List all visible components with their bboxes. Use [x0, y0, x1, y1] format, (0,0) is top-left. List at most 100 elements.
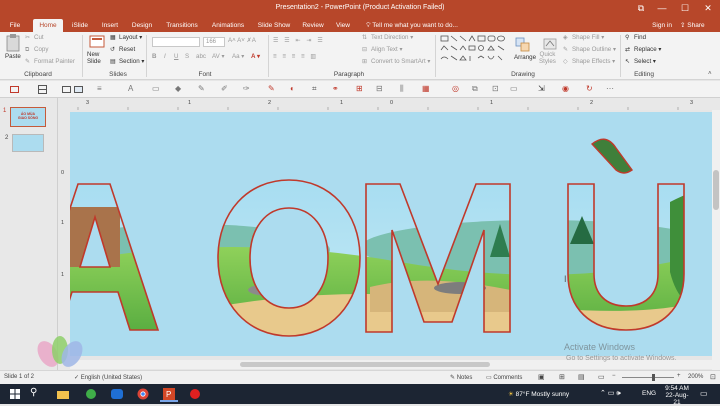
tab-view[interactable]: View — [333, 19, 353, 32]
align-text-button[interactable]: ⊟ Align Text ▾ — [362, 46, 403, 53]
restore-ribbon-icon[interactable]: ⧉ — [630, 2, 652, 15]
chrome-icon[interactable] — [134, 386, 152, 402]
spacing-button[interactable]: AV ▾ — [212, 53, 225, 60]
distribute-icon[interactable]: ⫼ — [400, 84, 404, 94]
format-painter-button[interactable]: ✎ Format Painter — [25, 58, 75, 65]
slide-canvas[interactable]: I Activate Windows — [70, 112, 712, 356]
italic-button[interactable]: I — [164, 53, 166, 60]
normal-view-icon[interactable]: ▣ — [538, 373, 545, 381]
align-tool-icon[interactable]: ⊟ — [376, 84, 383, 93]
text-direction-button[interactable]: ⇅ Text Direction ▾ — [362, 34, 413, 41]
slideshow-icon[interactable]: ▭ — [598, 373, 605, 381]
shape-outline-button[interactable]: ✎ Shape Outline ▾ — [563, 46, 616, 53]
font-size-box[interactable]: 166 — [203, 37, 225, 47]
layout-button[interactable]: ▦ Layout ▾ — [110, 34, 142, 41]
minimize-button[interactable]: — — [651, 2, 673, 15]
zalo-icon[interactable] — [108, 386, 126, 402]
reset-button[interactable]: ↺ Reset — [110, 46, 135, 53]
shapes-gallery[interactable] — [440, 34, 510, 66]
shadow-button[interactable]: S — [185, 53, 189, 60]
bullets-icon[interactable]: ☰ ☰ ⇤ ⇥ ☰ — [273, 37, 325, 44]
zoom-level[interactable]: 200% — [688, 374, 703, 380]
slide-sorter-icon[interactable]: ⊞ — [559, 373, 565, 381]
system-tray-icons[interactable]: ⌃ ▭ 🕪︎ — [600, 389, 621, 398]
letter-a[interactable] — [70, 183, 160, 331]
recorder-icon[interactable] — [186, 386, 204, 402]
language-indicator[interactable]: ENG — [642, 390, 656, 397]
clock[interactable]: 9:54 AM 22-Aug-21 — [662, 385, 692, 406]
slide-icon[interactable] — [10, 85, 19, 94]
comments-button[interactable]: ▭ Comments — [486, 374, 522, 381]
replace-button[interactable]: ⇄ Replace ▾ — [625, 46, 662, 53]
shape-fill-button[interactable]: ◈ Shape Fill ▾ — [563, 34, 604, 41]
more-icon[interactable]: ⋯ — [606, 84, 614, 93]
export-icon[interactable]: ⇲ — [538, 84, 545, 93]
copy-button[interactable]: ⧉ Copy — [25, 46, 48, 53]
link-icon[interactable]: ⚭ — [332, 84, 339, 93]
slide-thumbnail-2[interactable] — [12, 134, 44, 152]
scroll-thumb[interactable] — [240, 362, 490, 367]
tab-slide-show[interactable]: Slide Show — [255, 19, 293, 32]
crop-icon[interactable]: ⌗ — [312, 84, 317, 94]
layers-icon[interactable]: ⧉ — [472, 84, 478, 94]
grid-icon[interactable]: ⊞ — [356, 84, 363, 93]
zoom-out-button[interactable]: − — [612, 373, 616, 379]
target-icon[interactable]: ◎ — [452, 84, 459, 93]
scroll-thumb[interactable] — [713, 170, 719, 210]
tab-animations[interactable]: Animations — [208, 19, 248, 32]
letter-u[interactable] — [567, 138, 685, 331]
language-status[interactable]: ✓ English (United States) — [74, 374, 142, 381]
table-icon[interactable] — [38, 85, 47, 94]
tab-home[interactable]: Home — [33, 19, 63, 32]
collapse-ribbon-icon[interactable]: ˄ — [708, 70, 712, 77]
find-button[interactable]: ⚲ Find — [625, 34, 646, 41]
tab-transitions[interactable]: Transitions — [163, 19, 201, 32]
shape-effects-button[interactable]: ◇ Shape Effects ▾ — [563, 58, 615, 65]
reading-view-icon[interactable]: ▤ — [578, 373, 585, 381]
close-button[interactable]: ✕ — [697, 2, 719, 15]
box-icon[interactable] — [62, 85, 71, 94]
notification-icon[interactable]: ▭ — [700, 389, 708, 398]
underline-button[interactable]: U — [174, 53, 178, 60]
weather-widget[interactable]: ☀ 87°F Mostly sunny — [508, 390, 569, 398]
new-slide-button[interactable]: New Slide — [87, 51, 101, 65]
pen-tool-icon[interactable]: ✎ — [198, 84, 205, 93]
zoom-slider-thumb[interactable] — [652, 374, 655, 381]
slide-thumbnail-1[interactable]: ÁO MÙA GIAO SÓNG — [10, 107, 46, 127]
fit-slide-icon[interactable]: ⊡ — [710, 373, 716, 381]
frame-icon[interactable]: ⊡ — [492, 84, 499, 93]
search-icon[interactable]: ⚲ — [30, 387, 48, 403]
text-box-icon[interactable]: ▭ — [152, 84, 160, 93]
font-a-icon[interactable]: A — [128, 84, 133, 93]
arrange-button[interactable]: Arrange — [514, 54, 536, 61]
paste-button[interactable]: Paste — [5, 53, 21, 60]
zoom-slider[interactable] — [622, 374, 674, 381]
text-icon[interactable]: ≡ — [97, 84, 102, 93]
tab-file[interactable]: File — [4, 19, 26, 32]
refresh-icon[interactable]: ↻ — [586, 84, 593, 93]
letter-m[interactable] — [365, 183, 511, 333]
cut-button[interactable]: ✂ Cut — [25, 34, 44, 41]
tab-design[interactable]: Design — [129, 19, 155, 32]
maximize-button[interactable]: ☐ — [674, 2, 696, 15]
brush-tool-icon[interactable]: ✑ — [243, 84, 250, 93]
bold-button[interactable]: B — [152, 53, 156, 60]
file-explorer-icon[interactable] — [54, 386, 72, 402]
letter-o[interactable] — [217, 179, 361, 337]
section-button[interactable]: ▤ Section ▾ — [110, 58, 144, 65]
powerpoint-taskbar-icon[interactable]: P — [160, 386, 178, 402]
window-icon[interactable]: ▭ — [510, 84, 518, 93]
tab-review[interactable]: Review — [300, 19, 326, 32]
palette-icon[interactable]: ▦ — [422, 84, 430, 93]
strikethrough-button[interactable]: abc — [196, 53, 206, 60]
vertical-scrollbar[interactable] — [712, 110, 720, 370]
select-button[interactable]: ↖ Select ▾ — [625, 58, 656, 65]
grow-font-icon[interactable]: A˄ A˅ ✗A — [228, 37, 256, 44]
fill-icon[interactable]: ◆ — [175, 84, 181, 93]
eyedropper-icon[interactable]: ✐ — [221, 84, 228, 93]
zoom-in-button[interactable]: + — [677, 373, 681, 379]
font-name-box[interactable] — [152, 37, 200, 47]
sign-in-link[interactable]: Sign in — [650, 19, 674, 32]
tab-islide[interactable]: iSlide — [67, 19, 93, 32]
align-icon[interactable]: ≡ ≡ ≡ ≡ ▥ — [273, 53, 318, 60]
